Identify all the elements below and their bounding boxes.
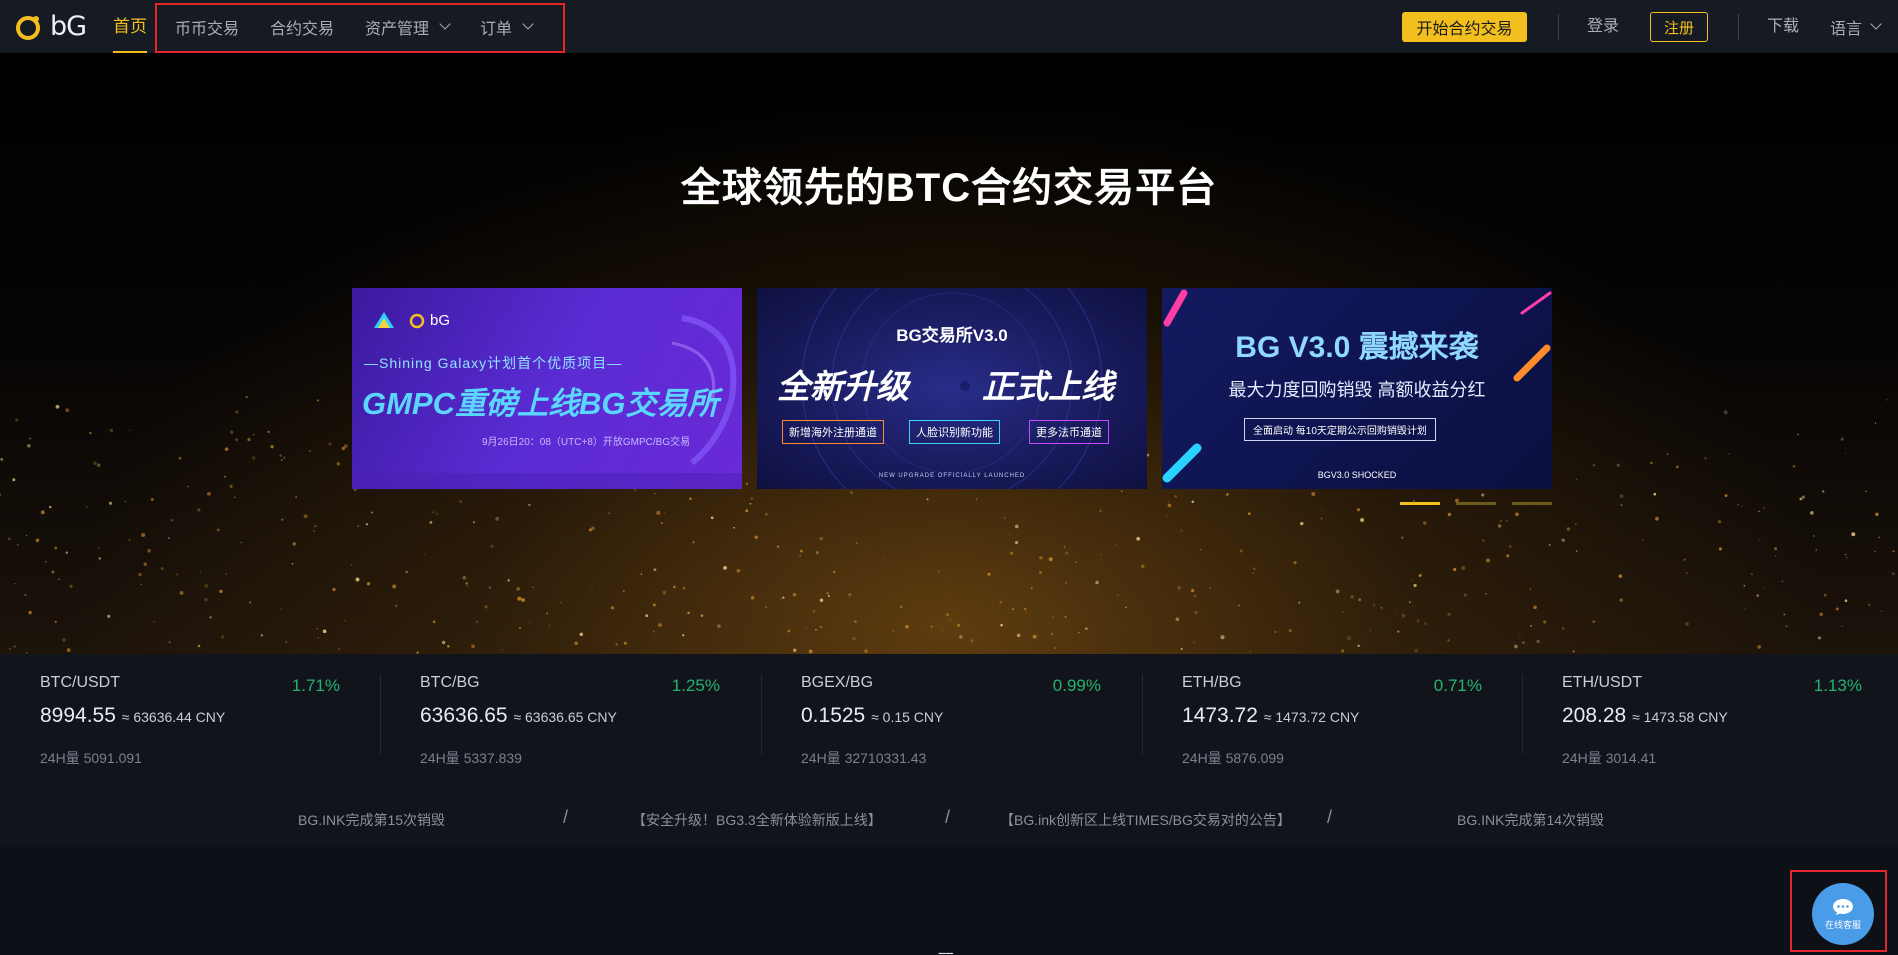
top-nav-bar: bG 首页 币币交易 合约交易 资产管理 订单 开始合约交易 登录 注册 下载 … xyxy=(0,0,1898,53)
announcement-link[interactable]: 【安全升级！BG3.3全新体验新版上线】 xyxy=(632,810,882,830)
banner-v3-shocked-subtitle: 最大力度回购销毁 高额收益分红 xyxy=(1228,380,1486,400)
announcement-link[interactable]: BG.INK完成第15次销毁 xyxy=(298,810,445,830)
banner-v3-headline-right: 正式上线 xyxy=(982,368,1114,405)
banner-v3-shocked-title: BG V3.0 震撼来袭 xyxy=(1235,331,1479,364)
chevron-down-icon xyxy=(1870,18,1882,30)
start-contract-trading-button[interactable]: 开始合约交易 xyxy=(1402,12,1527,42)
market-pair: BGEX/BG xyxy=(801,674,874,691)
market-cny: ≈ 1473.58 CNY xyxy=(1632,709,1728,725)
market-cny: ≈ 1473.72 CNY xyxy=(1263,709,1360,725)
banner-v3-tag-2: 人脸识别新功能 xyxy=(909,420,1000,444)
banner-v3-upgrade[interactable]: BG交易所V3.0 全新升级 正式上线 新增海外注册通道 人脸识别新功能 更多法… xyxy=(757,288,1147,489)
announcement-separator: / xyxy=(945,807,951,827)
banner-v3-shocked-tag: 全面启动 每10天定期公示回购销毁计划 xyxy=(1244,418,1436,441)
nav-contract-trading[interactable]: 合约交易 xyxy=(270,15,334,39)
nav-home[interactable]: 首页 xyxy=(113,0,147,53)
page-lower-section: ---- xyxy=(0,846,1898,955)
announcement-separator: / xyxy=(1327,807,1333,827)
market-change: 0.71% xyxy=(1433,676,1482,695)
chevron-down-icon xyxy=(522,18,534,30)
market-change: 1.71% xyxy=(291,676,340,695)
bg-logo[interactable]: bG xyxy=(14,11,87,42)
carousel-dot-2[interactable] xyxy=(1456,502,1496,505)
market-card-eth-usdt[interactable]: ETH/USDT 1.13% 208.28 ≈ 1473.58 CNY 24H量… xyxy=(1522,654,1898,774)
market-volume: 24H量 3014.41 xyxy=(1562,750,1657,766)
banner-gmpc[interactable]: bG —Shining Galaxy计划首个优质项目— GMPC重磅上线BG交易… xyxy=(352,288,742,489)
section-indicator: ---- xyxy=(938,944,954,955)
market-card-eth-bg[interactable]: ETH/BG 0.71% 1473.72 ≈ 1473.72 CNY 24H量 … xyxy=(1142,654,1522,774)
nav-spot-trading-label: 币币交易 xyxy=(175,20,240,38)
banner-v3-headline-left: 全新升级 xyxy=(777,368,909,405)
market-change: 1.25% xyxy=(671,676,720,695)
carousel-dot-3[interactable] xyxy=(1512,502,1552,505)
divider xyxy=(1738,14,1739,40)
nav-spot-trading[interactable]: 币币交易 xyxy=(175,15,239,39)
market-price: 8994.55 ≈ 63636.44 CNY xyxy=(40,704,225,728)
market-card-bgex-bg[interactable]: BGEX/BG 0.99% 0.1525 ≈ 0.15 CNY 24H量 327… xyxy=(761,654,1141,774)
online-support-label: 在线客服 xyxy=(1824,919,1861,930)
banner-v3-shocked-footer: BGV3.0 SHOCKED xyxy=(1317,470,1397,480)
market-cny: ≈ 63636.65 CNY xyxy=(513,709,617,725)
market-pair: ETH/USDT xyxy=(1562,674,1642,691)
market-pair: ETH/BG xyxy=(1182,674,1242,691)
nav-contract-trading-label: 合约交易 xyxy=(270,20,335,38)
market-cny: ≈ 0.15 CNY xyxy=(871,709,944,725)
market-pair: BTC/USDT xyxy=(40,674,120,691)
banner-v3-tag-1: 新增海外注册通道 xyxy=(782,420,884,444)
online-support-button[interactable]: 在线客服 xyxy=(1812,883,1874,945)
market-price-value: 1473.72 xyxy=(1182,704,1258,727)
chevron-down-icon xyxy=(439,18,451,30)
market-card-btc-usdt[interactable]: BTC/USDT 1.71% 8994.55 ≈ 63636.44 CNY 24… xyxy=(0,654,380,774)
announcement-link[interactable]: 【BG.ink创新区上线TIMES/BG交易对的公告】 xyxy=(1000,810,1291,830)
login-link[interactable]: 登录 xyxy=(1587,0,1619,53)
market-change: 0.99% xyxy=(1052,676,1101,695)
banner-v3-tag-3: 更多法币通道 xyxy=(1029,420,1109,444)
market-price: 1473.72 ≈ 1473.72 CNY xyxy=(1182,704,1359,728)
language-label: 语言 xyxy=(1830,20,1863,38)
hero-title: 全球领先的BTC合约交易平台 xyxy=(680,166,1218,210)
market-price-value: 8994.55 xyxy=(40,704,116,727)
chat-bubble-icon xyxy=(1833,898,1853,915)
banner-v3-shocked[interactable]: BG V3.0 震撼来袭 最大力度回购销毁 高额收益分红 全面启动 每10天定期… xyxy=(1162,288,1552,489)
carousel-dot-1[interactable] xyxy=(1400,502,1440,505)
market-price: 63636.65 ≈ 63636.65 CNY xyxy=(420,704,617,728)
divider xyxy=(1558,14,1559,40)
market-change: 1.13% xyxy=(1813,676,1862,695)
market-price-value: 208.28 xyxy=(1562,704,1627,727)
market-volume: 24H量 5876.099 xyxy=(1182,750,1284,766)
nav-orders[interactable]: 订单 xyxy=(480,15,534,39)
market-card-btc-bg[interactable]: BTC/BG 1.25% 63636.65 ≈ 63636.65 CNY 24H… xyxy=(380,654,760,774)
hero-section: 全球领先的BTC合约交易平台 bG —Shining Galaxy计划首个优质项… xyxy=(0,53,1898,654)
market-price: 208.28 ≈ 1473.58 CNY xyxy=(1562,704,1728,728)
announcement-separator: / xyxy=(563,807,569,827)
banner-gmpc-headline: GMPC重磅上线BG交易所 xyxy=(362,386,719,421)
announcement-bar: BG.INK完成第15次销毁 / 【安全升级！BG3.3全新体验新版上线】 / … xyxy=(0,807,1898,834)
market-cny: ≈ 63636.44 CNY xyxy=(121,709,226,725)
market-price-value: 0.1525 xyxy=(801,704,866,727)
market-ticker: BTC/USDT 1.71% 8994.55 ≈ 63636.44 CNY 24… xyxy=(0,654,1898,846)
nav-menu: 币币交易 合约交易 资产管理 订单 xyxy=(175,0,563,53)
logo-text: bG xyxy=(50,11,87,42)
market-volume: 24H量 5337.839 xyxy=(420,750,522,766)
banner-gmpc-line1: —Shining Galaxy计划首个优质项目— xyxy=(364,355,623,371)
banner-v3-title: BG交易所V3.0 xyxy=(896,326,1008,345)
banner-gmpc-logo-text: bG xyxy=(430,312,451,329)
announcement-link[interactable]: BG.INK完成第14次销毁 xyxy=(1457,810,1604,830)
language-selector[interactable]: 语言 xyxy=(1830,0,1882,53)
download-link[interactable]: 下载 xyxy=(1767,0,1799,53)
market-volume: 24H量 5091.091 xyxy=(40,750,142,766)
market-price: 0.1525 ≈ 0.15 CNY xyxy=(801,704,943,728)
nav-asset-management[interactable]: 资产管理 xyxy=(365,15,451,39)
market-pair: BTC/BG xyxy=(420,674,480,691)
nav-asset-management-label: 资产管理 xyxy=(365,20,430,38)
nav-orders-label: 订单 xyxy=(480,20,513,38)
register-button[interactable]: 注册 xyxy=(1650,12,1708,42)
market-volume: 24H量 32710331.43 xyxy=(801,750,927,766)
market-price-value: 63636.65 xyxy=(420,704,508,727)
banner-gmpc-note: 9月26日20：08（UTC+8）开放GMPC/BG交易 xyxy=(482,437,691,448)
banner-v3-footer: NEW UPGRADE OFFICIALLY LAUNCHED xyxy=(878,473,1026,479)
logo-ring-icon xyxy=(16,16,40,40)
